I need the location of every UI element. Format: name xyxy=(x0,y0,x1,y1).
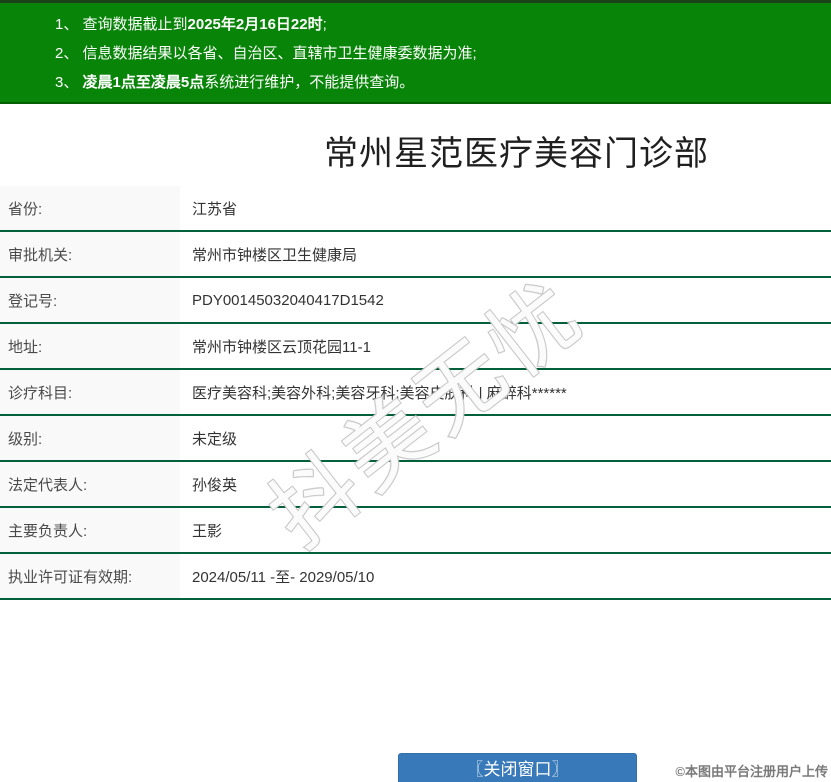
row-label: 法定代表人: xyxy=(0,462,180,506)
notice-text-bold: 凌晨1点至凌晨5点 xyxy=(82,74,205,91)
row-value: 常州市钟楼区卫生健康局 xyxy=(192,246,358,264)
notice-number: 3、 xyxy=(55,74,83,91)
notice-line-1: 1、 查询数据截止到2025年2月16日22时; xyxy=(0,10,831,39)
row-label: 地址: xyxy=(0,324,180,368)
notice-text: 信息数据结果以各省、自治区、直辖市卫生健康委数据为准; xyxy=(82,45,477,62)
row-value: PDY00145032040417D1542 xyxy=(192,291,384,309)
details-table: 省份: 江苏省 审批机关: 常州市钟楼区卫生健康局 登记号: PDY001450… xyxy=(0,186,831,600)
table-row: 审批机关: 常州市钟楼区卫生健康局 xyxy=(0,232,831,278)
notice-line-2: 2、 信息数据结果以各省、自治区、直辖市卫生健康委数据为准; xyxy=(0,39,831,68)
table-row: 执业许可证有效期: 2024/05/11 -至- 2029/05/10 xyxy=(0,554,831,600)
row-value: 孙俊英 xyxy=(192,476,238,494)
notice-number: 1、 xyxy=(55,16,83,33)
close-window-button[interactable]: 〖关闭窗口〗 xyxy=(398,753,637,782)
notice-number: 2、 xyxy=(55,45,83,62)
row-label: 级别: xyxy=(0,416,180,460)
notice-line-3: 3、 凌晨1点至凌晨5点系统进行维护，不能提供查询。 xyxy=(0,68,831,97)
row-value: 未定级 xyxy=(192,430,238,448)
row-label: 主要负责人: xyxy=(0,508,180,552)
page-title: 常州星范医疗美容门诊部 xyxy=(324,135,709,173)
row-label: 省份: xyxy=(0,186,180,230)
table-row: 地址: 常州市钟楼区云顶花园11-1 xyxy=(0,324,831,370)
notice-text: 查询数据截止到 xyxy=(82,16,188,33)
table-row: 诊疗科目: 医疗美容科;美容外科;美容牙科;美容皮肤科 | 麻醉科****** xyxy=(0,370,831,416)
table-row: 登记号: PDY00145032040417D1542 xyxy=(0,278,831,324)
row-value: 江苏省 xyxy=(192,200,238,218)
row-value: 医疗美容科;美容外科;美容牙科;美容皮肤科 | 麻醉科****** xyxy=(192,384,567,402)
row-label: 诊疗科目: xyxy=(0,370,180,414)
row-label: 审批机关: xyxy=(0,232,180,276)
table-row: 法定代表人: 孙俊英 xyxy=(0,462,831,508)
table-row: 主要负责人: 王影 xyxy=(0,508,831,554)
table-row: 省份: 江苏省 xyxy=(0,186,831,232)
row-value: 常州市钟楼区云顶花园11-1 xyxy=(192,338,371,356)
upload-credit-text: ©本图由平台注册用户上传 xyxy=(675,764,828,779)
row-label: 登记号: xyxy=(0,278,180,322)
row-value: 王影 xyxy=(192,522,223,540)
notice-text: ; xyxy=(322,16,327,33)
notice-text-bold: 2025年2月16日22时 xyxy=(187,16,323,33)
row-label: 执业许可证有效期: xyxy=(0,554,180,598)
notice-bar: 1、 查询数据截止到2025年2月16日22时; 2、 信息数据结果以各省、自治… xyxy=(0,0,831,104)
table-row: 级别: 未定级 xyxy=(0,416,831,462)
row-value: 2024/05/11 -至- 2029/05/10 xyxy=(192,568,375,586)
page: 1、 查询数据截止到2025年2月16日22时; 2、 信息数据结果以各省、自治… xyxy=(0,0,831,782)
notice-text: 系统进行维护，不能提供查询。 xyxy=(204,74,415,91)
